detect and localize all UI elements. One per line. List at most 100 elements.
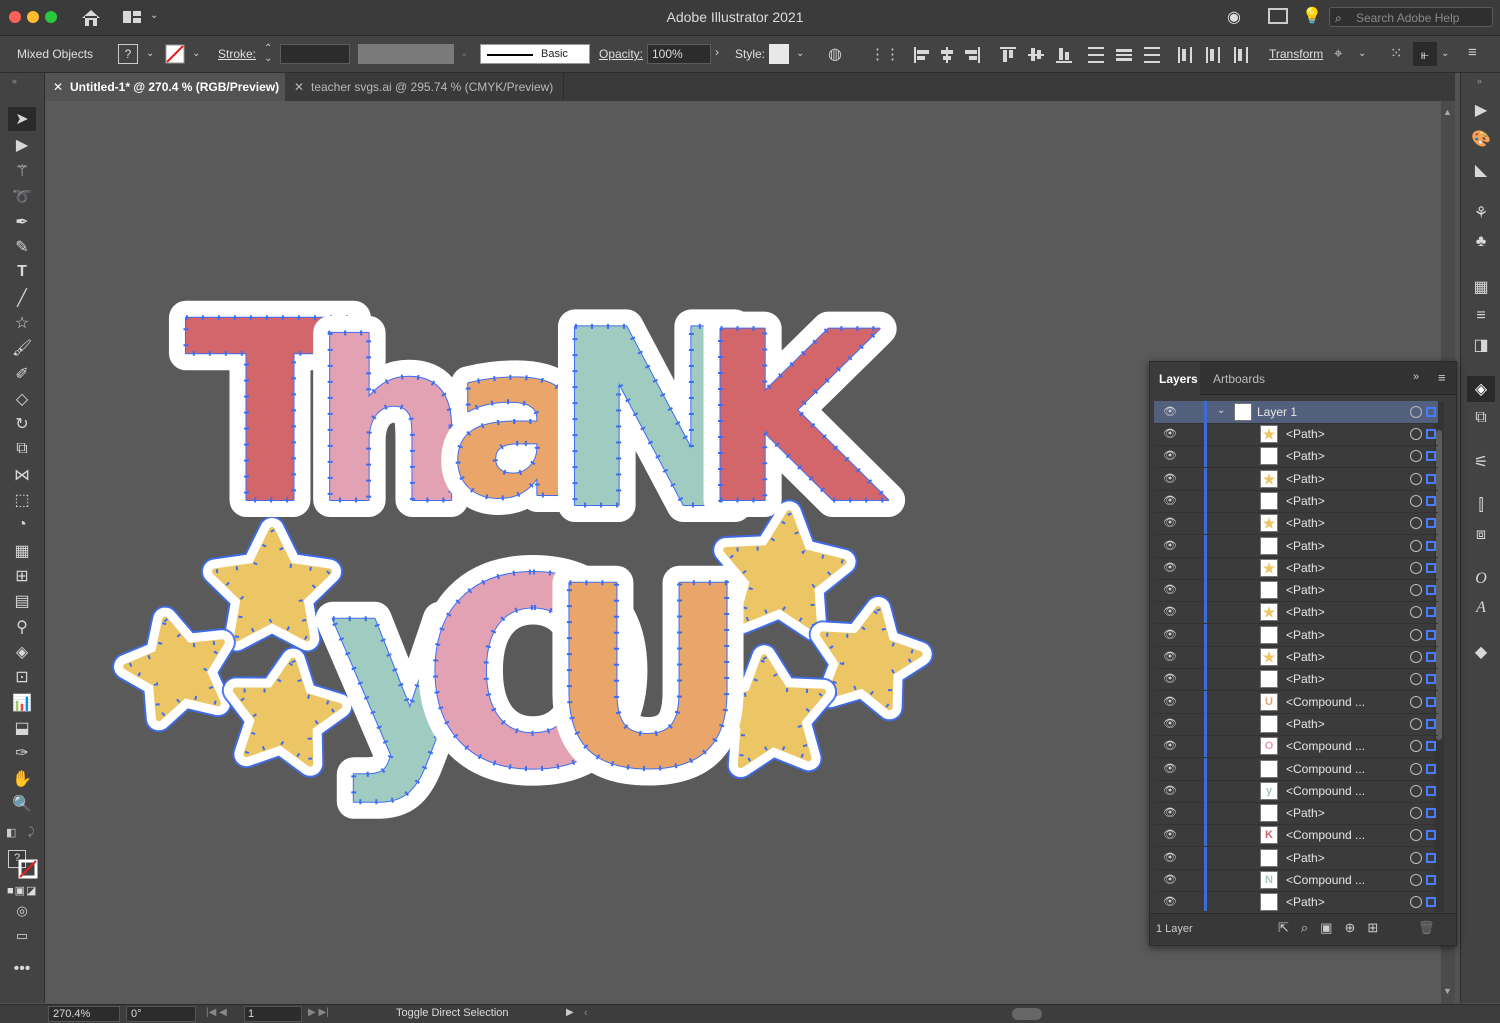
visibility-eye-icon[interactable]: 👁 <box>1163 717 1177 730</box>
collapse-toolbar-icon[interactable]: « <box>12 76 17 86</box>
visibility-eye-icon[interactable]: 👁 <box>1163 828 1177 841</box>
selection-indicator[interactable] <box>1426 763 1436 774</box>
shaper-tool-icon[interactable]: ✐ <box>8 362 36 386</box>
layer-row[interactable]: 👁 O <Compound ... <box>1154 735 1438 759</box>
tab-artboards[interactable]: Artboards <box>1213 372 1265 386</box>
selection-indicator[interactable] <box>1426 741 1436 752</box>
fill-dropdown-icon[interactable]: ⌄ <box>146 48 154 59</box>
star-shape[interactable] <box>808 595 934 722</box>
profile-dropdown-icon[interactable]: ⌄ <box>460 48 468 59</box>
layer-row[interactable]: 👁 <Path> <box>1154 846 1438 870</box>
variable-width-profile[interactable] <box>358 44 454 64</box>
direct-selection-tool-icon[interactable]: ▶ <box>8 133 36 157</box>
zoom-tool-icon[interactable]: 🔍 <box>8 792 36 816</box>
letter-k[interactable]: KKKK <box>682 266 906 573</box>
panel-menu-icon[interactable]: ≡ <box>1438 370 1446 385</box>
layer-row[interactable]: 👁 ★ <Path> <box>1154 646 1438 669</box>
artboards-panel-icon[interactable]: ⧉ <box>1467 405 1495 431</box>
target-icon[interactable] <box>1410 762 1422 775</box>
selection-indicator[interactable] <box>1426 652 1436 662</box>
layer-row[interactable]: 👁 U <Compound ... <box>1154 690 1438 714</box>
target-icon[interactable] <box>1410 874 1422 886</box>
scale-tool-icon[interactable]: ⧉ <box>8 437 36 461</box>
stroke-weight-field[interactable] <box>280 44 350 64</box>
stroke-label[interactable]: Stroke: <box>218 47 256 61</box>
selection-indicator[interactable] <box>1426 562 1436 573</box>
isolate-dropdown-icon[interactable]: ⌄ <box>1358 48 1366 59</box>
visibility-eye-icon[interactable]: 👁 <box>1163 873 1177 886</box>
target-icon[interactable] <box>1410 651 1422 663</box>
tab-untitled-1[interactable]: ✕ Untitled-1* @ 270.4 % (RGB/Preview) <box>45 73 285 101</box>
artboard-nav-next-icons[interactable]: ▶ ▶| <box>308 1007 329 1018</box>
character-panel-icon[interactable]: A <box>1467 595 1495 621</box>
expand-layer-icon[interactable]: ⌄ <box>1217 405 1225 416</box>
lightbulb-icon[interactable]: 💡 <box>1302 6 1322 26</box>
zoom-field[interactable]: 270.4% <box>48 1006 120 1022</box>
layer-row[interactable]: 👁 ★ <Path> <box>1154 423 1438 446</box>
lasso-tool-icon[interactable]: ➰ <box>8 185 36 209</box>
rotation-field[interactable]: 0° <box>126 1006 196 1022</box>
target-icon[interactable] <box>1410 628 1422 641</box>
arrange-icon[interactable]: ⁙ <box>1390 44 1403 62</box>
selection-indicator[interactable] <box>1426 629 1436 640</box>
selection-indicator[interactable] <box>1426 897 1436 908</box>
scroll-down-icon[interactable]: ▼ <box>1443 986 1452 996</box>
target-icon[interactable] <box>1410 807 1422 820</box>
stroke-swatch[interactable] <box>165 44 185 64</box>
perspective-grid-tool-icon[interactable]: ▦ <box>8 539 36 563</box>
target-icon[interactable] <box>1410 450 1422 463</box>
selection-indicator[interactable] <box>1426 808 1436 819</box>
opacity-field[interactable]: 100% <box>647 44 711 64</box>
layer-row[interactable]: 👁 <Path> <box>1154 802 1438 826</box>
target-icon[interactable] <box>1410 695 1422 708</box>
visibility-eye-icon[interactable]: 👁 <box>1163 672 1177 685</box>
selection-indicator[interactable] <box>1426 718 1436 729</box>
status-menu-icon[interactable]: ▶ <box>566 1007 574 1018</box>
visibility-eye-icon[interactable]: 👁 <box>1163 762 1177 775</box>
style-dropdown-icon[interactable]: ⌄ <box>796 48 804 59</box>
visibility-eye-icon[interactable]: 👁 <box>1163 583 1177 596</box>
symbol-sprayer-tool-icon[interactable]: ⊡ <box>8 665 36 689</box>
collapse-panel-icon[interactable]: » <box>1413 371 1419 383</box>
hand-tool-icon[interactable]: ✋ <box>8 767 36 791</box>
star-tool-icon[interactable]: ☆ <box>8 311 36 335</box>
selection-indicator[interactable] <box>1426 518 1436 529</box>
target-icon[interactable] <box>1410 673 1422 686</box>
column-graph-tool-icon[interactable]: 📊 <box>8 691 36 715</box>
account-icon[interactable]: ◉ <box>1227 7 1241 27</box>
layer-row[interactable]: 👁 <Path> <box>1154 668 1438 692</box>
draw-mode-icon[interactable]: ◎ <box>8 899 36 923</box>
selection-indicator[interactable] <box>1426 852 1436 863</box>
scroll-up-icon[interactable]: ▲ <box>1443 107 1452 117</box>
target-icon[interactable] <box>1410 784 1422 797</box>
free-transform-tool-icon[interactable]: ⬚ <box>8 488 36 512</box>
visibility-eye-icon[interactable]: 👁 <box>1163 605 1177 618</box>
target-icon[interactable] <box>1410 539 1422 552</box>
visibility-eye-icon[interactable]: 👁 <box>1163 427 1177 440</box>
selection-indicator[interactable] <box>1426 540 1436 551</box>
stroke-dropdown-icon[interactable]: ⌄ <box>192 48 200 59</box>
blend-tool-icon[interactable]: ◈ <box>8 640 36 664</box>
pathfinder-panel-icon[interactable]: ⧈ <box>1467 522 1495 548</box>
selection-indicator[interactable] <box>1426 674 1436 685</box>
gradient-panel-icon[interactable]: ◨ <box>1467 332 1495 358</box>
mesh-tool-icon[interactable]: ⊞ <box>8 564 36 588</box>
selection-indicator[interactable] <box>1426 607 1436 618</box>
control-bar-menu-icon[interactable]: ≡ <box>1468 44 1477 61</box>
target-icon[interactable] <box>1410 896 1422 909</box>
layers-footer-buttons[interactable]: ⇱⌕▣⊕⊞ <box>1278 920 1390 936</box>
color-guide-panel-icon[interactable]: ◣ <box>1467 157 1495 183</box>
selection-indicator[interactable] <box>1426 451 1436 462</box>
layer-row[interactable]: 👁 ★ <Path> <box>1154 467 1438 491</box>
selection-indicator[interactable] <box>1426 495 1436 506</box>
paintbrush-tool-icon[interactable]: 🖌 <box>8 336 36 360</box>
close-tab-icon[interactable]: ✕ <box>294 73 304 101</box>
line-segment-tool-icon[interactable]: ╱ <box>8 286 36 310</box>
layer-row[interactable]: 👁 K <Compound ... <box>1154 824 1438 848</box>
properties-dropdown-icon[interactable]: ⌄ <box>1441 48 1449 59</box>
target-icon[interactable] <box>1410 740 1422 753</box>
selection-indicator[interactable] <box>1426 785 1436 796</box>
layers-panel-icon[interactable]: ◈ <box>1467 376 1495 402</box>
visibility-eye-icon[interactable]: 👁 <box>1163 784 1177 797</box>
artboard-nav-prev-icons[interactable]: |◀ ◀ <box>206 1007 227 1018</box>
